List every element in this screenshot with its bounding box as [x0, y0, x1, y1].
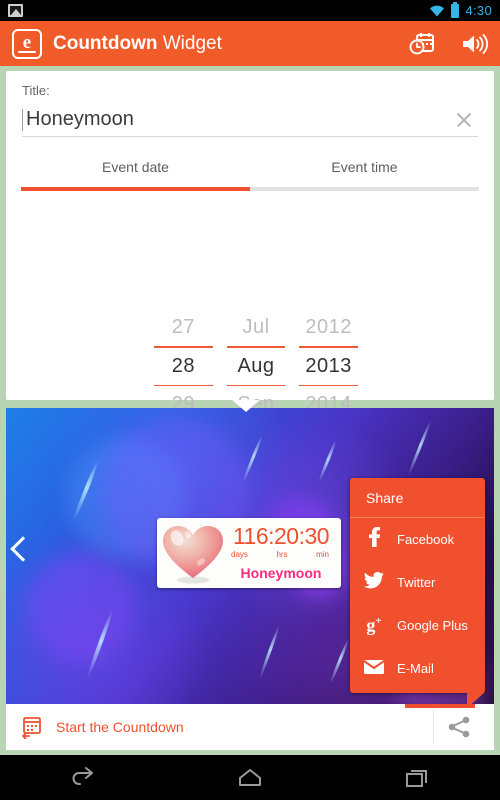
battery-icon	[451, 1, 460, 18]
widget-event-name: Honeymoon	[240, 565, 322, 581]
facebook-icon	[364, 527, 384, 552]
year-prev-value[interactable]: 2012	[299, 309, 358, 346]
tab-event-date[interactable]: Event date	[21, 159, 250, 187]
tab-indicator-track	[21, 187, 479, 191]
email-icon	[363, 658, 385, 679]
share-item-label: E-Mail	[397, 661, 434, 676]
back-icon[interactable]	[66, 765, 100, 791]
twitter-icon	[364, 571, 384, 594]
app-title-bold: Countdown	[53, 32, 158, 54]
calendar-start-icon[interactable]	[20, 716, 43, 739]
month-current-value[interactable]: Aug	[227, 348, 286, 385]
light-streak	[258, 624, 281, 680]
close-icon[interactable]	[454, 110, 474, 130]
app-root: 4:30 e Countdown Widget Title: Honeymoon…	[0, 0, 500, 800]
alarm-calendar-icon[interactable]	[409, 32, 435, 56]
day-prev-value[interactable]: 27	[154, 309, 213, 346]
share-popup: Share Facebook Twitter g+ Google Plus E-…	[350, 478, 485, 708]
share-item-label: Facebook	[397, 532, 455, 547]
unit-hours: hrs	[276, 550, 288, 559]
light-streak	[328, 637, 351, 685]
app-title-regular: Widget	[157, 32, 222, 54]
status-bar-left	[8, 4, 23, 17]
heart-icon	[157, 520, 229, 586]
month-prev-value[interactable]: Jul	[227, 309, 286, 346]
home-icon[interactable]	[233, 765, 267, 791]
tab-event-time[interactable]: Event time	[250, 159, 479, 187]
event-form-card: Title: Honeymoon Event date Event time 2…	[6, 71, 494, 415]
status-bar-right: 4:30	[429, 1, 492, 18]
share-item-facebook[interactable]: Facebook	[350, 518, 485, 561]
volume-icon[interactable]	[461, 33, 488, 55]
share-item-email[interactable]: E-Mail	[350, 647, 485, 690]
widget-text-area: 116:20:30 days hrs min Honeymoon	[229, 523, 341, 582]
tab-active-indicator	[21, 187, 250, 191]
bottom-tab-indicator	[405, 704, 475, 708]
bottom-bar-divider	[433, 710, 434, 744]
share-item-google-plus[interactable]: g+ Google Plus	[350, 604, 485, 647]
bokeh-circle	[26, 553, 136, 663]
day-current-value[interactable]: 28	[154, 348, 213, 385]
countdown-value: 116:20:30	[232, 523, 330, 549]
share-popup-header: Share	[350, 478, 485, 518]
unit-days: days	[231, 550, 248, 559]
start-countdown-button[interactable]: Start the Countdown	[56, 719, 184, 735]
countdown-units: days hrs min	[229, 548, 333, 559]
app-logo-icon: e	[12, 28, 42, 59]
app-title: Countdown Widget	[53, 33, 222, 55]
countdown-widget-preview[interactable]: 116:20:30 days hrs min Honeymoon	[157, 518, 341, 588]
app-bar-actions	[409, 32, 488, 56]
status-bar: 4:30	[0, 0, 500, 21]
title-label: Title:	[22, 83, 50, 98]
app-logo-glyph: e	[22, 32, 32, 53]
date-picker-day-column[interactable]: 27 28 29	[154, 309, 213, 423]
share-icon[interactable]	[446, 715, 480, 739]
status-bar-clock: 4:30	[465, 3, 492, 18]
share-item-twitter[interactable]: Twitter	[350, 561, 485, 604]
bottom-action-bar: Start the Countdown	[6, 704, 494, 750]
google-plus-icon: g+	[366, 615, 382, 635]
wifi-icon	[429, 4, 445, 17]
date-picker-year-column[interactable]: 2012 2013 2014	[299, 309, 359, 423]
light-streak	[241, 434, 264, 484]
unit-minutes: min	[316, 550, 329, 559]
event-tabs: Event date Event time	[21, 159, 479, 191]
recents-icon[interactable]	[400, 765, 434, 791]
year-current-value[interactable]: 2013	[299, 348, 358, 385]
title-input-row[interactable]: Honeymoon	[22, 103, 478, 137]
system-nav-bar	[0, 755, 500, 800]
tab-row: Event date Event time	[21, 159, 479, 187]
light-streak	[406, 419, 433, 477]
card-notch	[232, 400, 260, 412]
share-item-label: Twitter	[397, 575, 436, 590]
photo-icon	[8, 4, 23, 17]
text-cursor	[22, 108, 23, 131]
light-streak	[317, 439, 338, 483]
title-input[interactable]: Honeymoon	[26, 108, 454, 131]
app-bar: e Countdown Widget	[0, 21, 500, 66]
share-item-label: Google Plus	[397, 618, 468, 633]
